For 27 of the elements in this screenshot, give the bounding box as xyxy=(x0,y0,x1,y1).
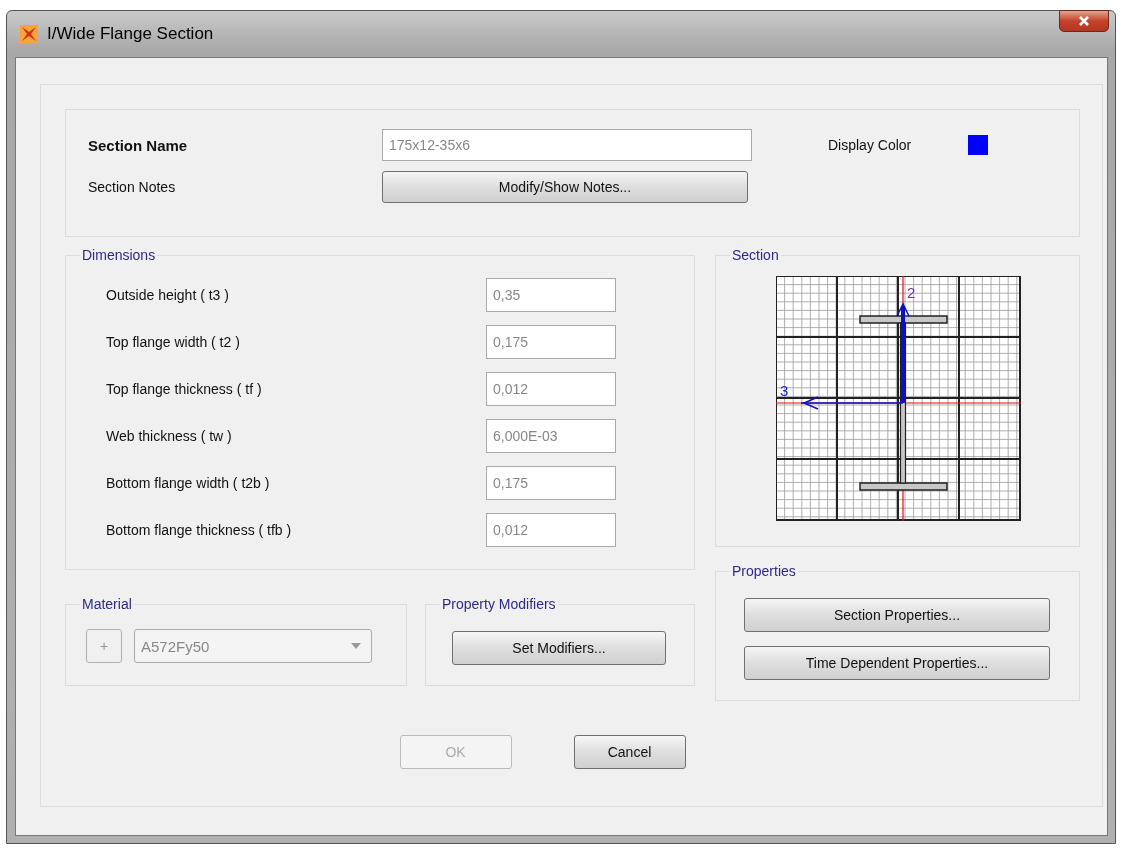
app-icon xyxy=(19,24,39,44)
dialog-button[interactable]: Cancel xyxy=(573,735,686,769)
display-color-label: Display Color xyxy=(828,137,913,153)
section-name-label: Section Name xyxy=(88,136,189,154)
section-notes-label: Section Notes xyxy=(88,179,177,195)
dimension-label: Bottom flange width ( t2b ) xyxy=(106,475,271,491)
notes-button[interactable]: Modify/Show Notes... xyxy=(382,171,748,203)
axis-label: 3 xyxy=(780,382,789,399)
dimension-label: Outside height ( t3 ) xyxy=(106,287,230,303)
dimension-label: Top flange thickness ( tf ) xyxy=(106,381,263,397)
group-title: Dimensions xyxy=(80,247,158,263)
dimension-label: Top flange width ( t2 ) xyxy=(106,334,241,350)
close-icon xyxy=(1078,15,1090,27)
set-modifiers-button[interactable]: Set Modifiers... xyxy=(452,631,666,665)
caret-icon xyxy=(351,643,361,649)
dimension-label: Web thickness ( tw ) xyxy=(106,428,233,444)
group-title: Property Modifiers xyxy=(440,596,558,612)
properties-button[interactable]: Section Properties... xyxy=(744,598,1050,632)
properties-button[interactable]: Time Dependent Properties... xyxy=(744,646,1050,680)
group-title: Properties xyxy=(730,563,798,579)
color-swatch[interactable] xyxy=(968,135,988,155)
window-title: I/Wide Flange Section xyxy=(47,24,214,44)
group-title: Section xyxy=(730,247,781,263)
close-button[interactable] xyxy=(1059,10,1109,32)
axis-label: 2 xyxy=(907,284,916,301)
dimension-label: Bottom flange thickness ( tfb ) xyxy=(106,522,293,538)
group-title: Material xyxy=(80,596,134,612)
